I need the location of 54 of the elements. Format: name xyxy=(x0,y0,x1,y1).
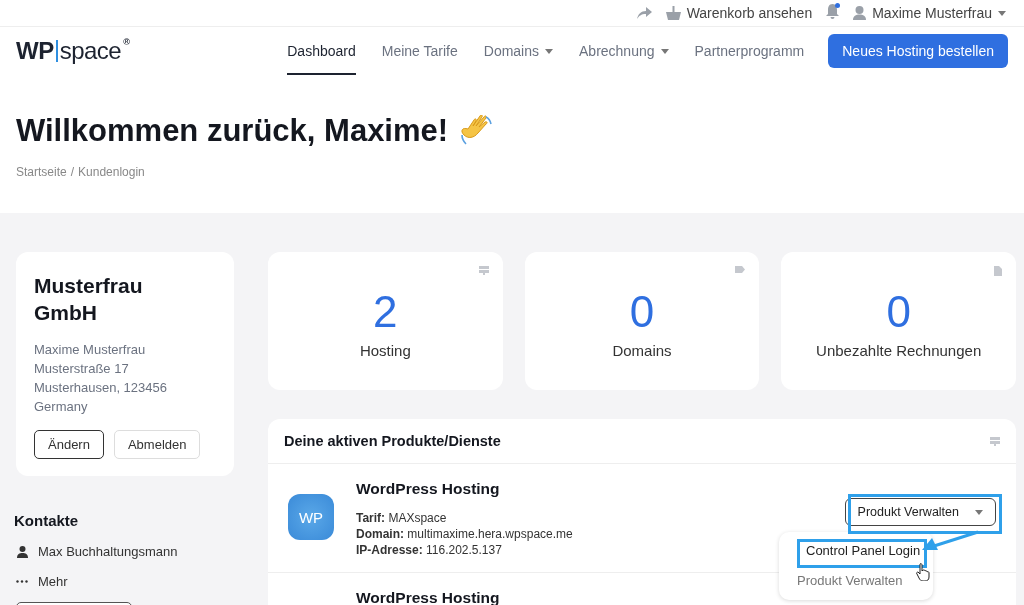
nav-item[interactable]: Abrechnung xyxy=(579,27,669,75)
contacts-heading: Kontakte xyxy=(14,512,80,529)
user-menu[interactable]: Maxime Musterfrau xyxy=(872,5,992,21)
stat-card[interactable]: 0 Unbezahlte Rechnungen xyxy=(781,252,1016,390)
caret-icon xyxy=(998,10,1006,16)
stat-count: 0 xyxy=(629,288,655,336)
breadcrumb-separator: / xyxy=(70,165,75,179)
server-icon xyxy=(478,266,489,275)
tag-icon xyxy=(735,266,746,273)
user-icon xyxy=(853,6,867,20)
server-icon xyxy=(990,436,1000,446)
basket-icon xyxy=(665,6,681,20)
logo[interactable]: WP space$^{®}$ xyxy=(16,37,130,65)
more-icon xyxy=(16,580,28,583)
product-detail: Domain: multimaxime.hera.wpspace.me xyxy=(356,526,573,542)
caret-icon xyxy=(975,509,983,515)
contact-link[interactable]: Max Buchhaltungsmann xyxy=(38,544,178,559)
stat-label: Unbezahlte Rechnungen xyxy=(816,342,982,359)
waving-hand-icon xyxy=(460,115,495,147)
bell-icon[interactable] xyxy=(826,4,840,22)
stat-count: 2 xyxy=(373,288,398,336)
page-title: Willkommen zurück, Maxime! xyxy=(16,113,449,149)
nav-item[interactable]: Partnerprogramm xyxy=(694,27,805,75)
contact-link[interactable]: Mehr xyxy=(38,574,68,589)
address-line: Musterhausen, 123456 xyxy=(34,379,168,397)
wp-logo-icon: WP xyxy=(288,494,334,540)
cart-link[interactable]: Warenkorb ansehen xyxy=(686,5,813,21)
manage-product-button[interactable]: Produkt Verwalten xyxy=(844,498,996,526)
nav-item[interactable]: Domains xyxy=(483,27,553,75)
stat-label: Hosting xyxy=(359,342,411,359)
document-icon xyxy=(994,266,1002,276)
menu-item[interactable]: Produkt Verwalten xyxy=(797,573,903,588)
stat-count: 0 xyxy=(886,288,911,336)
breadcrumb-link[interactable]: Kundenlogin xyxy=(78,165,145,179)
address-line: Maxime Musterfrau xyxy=(34,341,147,359)
panel-title: Deine aktiven Produkte/Dienste xyxy=(284,433,501,449)
share-icon[interactable] xyxy=(636,7,652,19)
stat-card[interactable]: 0 Domains xyxy=(524,252,760,390)
product-name[interactable]: WordPress Hosting xyxy=(356,480,573,498)
stat-label: Domains xyxy=(612,342,672,359)
person-icon xyxy=(16,545,28,558)
stat-card[interactable]: 2 Hosting xyxy=(268,252,503,390)
order-hosting-button[interactable]: Neues Hosting bestellen xyxy=(828,34,1008,68)
address-line: Germany xyxy=(34,398,89,416)
nav-item[interactable]: Meine Tarife xyxy=(381,27,458,75)
address-line: Musterstraße 17 xyxy=(34,360,130,378)
company-name: Musterfrau GmbH xyxy=(34,273,144,326)
account-button[interactable]: Ändern xyxy=(34,430,104,459)
hand-cursor-icon xyxy=(916,563,930,581)
account-button[interactable]: Abmelden xyxy=(113,430,201,459)
product-detail: IP-Adresse: 116.202.5.137 xyxy=(356,542,503,558)
breadcrumb-link[interactable]: Startseite xyxy=(16,165,67,179)
product-detail: Tarif: MAXspace xyxy=(356,510,448,526)
menu-item[interactable]: Control Panel Login xyxy=(806,543,921,558)
